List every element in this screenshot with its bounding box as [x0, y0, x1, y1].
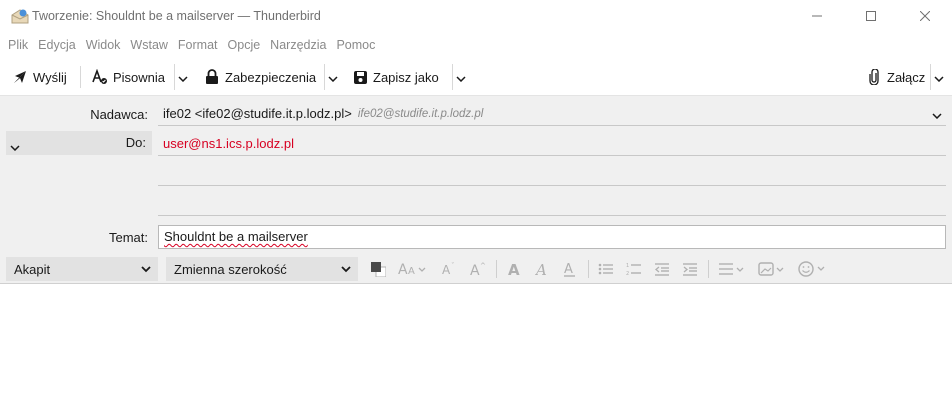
from-label: Nadawca:: [90, 107, 148, 122]
chevron-down-icon: [327, 70, 338, 85]
spelling-dropdown[interactable]: [174, 64, 190, 90]
align-icon[interactable]: [716, 259, 748, 279]
title-bar: Tworzenie: Shouldnt be a mailserver — Th…: [0, 0, 952, 32]
bulleted-list-icon[interactable]: [596, 259, 616, 279]
maximize-button[interactable]: [848, 0, 894, 32]
spellcheck-icon: [92, 69, 108, 85]
send-button[interactable]: Wyślij: [12, 64, 67, 90]
format-separator: [708, 260, 709, 278]
svg-text:ˇ: ˇ: [451, 262, 455, 270]
subject-text: Shouldnt be a mailserver: [164, 229, 308, 244]
security-button[interactable]: Zabezpieczenia: [204, 64, 316, 90]
svg-text:A: A: [508, 262, 520, 276]
chevron-down-icon: [10, 139, 20, 154]
format-separator: [588, 260, 589, 278]
spelling-button[interactable]: Pisownia: [92, 64, 165, 90]
to-field[interactable]: user@ns1.ics.p.lodz.pl: [158, 132, 946, 156]
format-separator: [496, 260, 497, 278]
lock-icon: [204, 69, 220, 85]
chevron-down-icon: [177, 70, 188, 85]
font-size-icon[interactable]: AA: [396, 259, 430, 279]
menu-options[interactable]: Opcje: [228, 38, 261, 52]
recipient-row-empty[interactable]: [158, 156, 946, 186]
attach-label: Załącz: [887, 69, 926, 85]
text-color-icon[interactable]: [368, 259, 388, 279]
security-label: Zabezpieczenia: [225, 69, 317, 85]
paperclip-icon: [866, 69, 882, 85]
larger-text-icon[interactable]: A ^: [468, 259, 488, 279]
font-select[interactable]: Zmienna szerokość: [166, 257, 358, 281]
message-header: Nadawca: ife02 <ife02@studife.it.p.lodz.…: [0, 96, 952, 254]
menu-insert[interactable]: Wstaw: [130, 38, 168, 52]
close-button[interactable]: [902, 0, 948, 32]
menu-view[interactable]: Widok: [86, 38, 121, 52]
thunderbird-compose-icon: [11, 8, 29, 24]
outdent-icon[interactable]: [652, 259, 672, 279]
paragraph-format-select[interactable]: Akapit: [6, 257, 158, 281]
paragraph-format-value: Akapit: [14, 261, 51, 277]
chevron-down-icon: [140, 261, 152, 280]
chevron-down-icon: [455, 70, 466, 85]
menu-tools[interactable]: Narzędzia: [270, 38, 326, 52]
menu-edit[interactable]: Edycja: [38, 38, 76, 52]
menu-file[interactable]: Plik: [8, 38, 28, 52]
italic-icon[interactable]: A: [532, 259, 552, 279]
save-as-button[interactable]: Zapisz jako: [352, 64, 439, 90]
underline-icon[interactable]: A: [560, 259, 580, 279]
subject-input[interactable]: Shouldnt be a mailserver: [158, 225, 946, 249]
svg-text:A: A: [470, 263, 480, 276]
chevron-down-icon: [932, 107, 942, 122]
security-dropdown[interactable]: [324, 64, 340, 90]
menu-help[interactable]: Pomoc: [336, 38, 375, 52]
emoji-icon[interactable]: [796, 259, 830, 279]
svg-text:A: A: [442, 263, 451, 276]
to-address: user@ns1.ics.p.lodz.pl: [163, 136, 294, 151]
svg-text:A: A: [535, 262, 547, 276]
svg-text:A: A: [564, 262, 573, 277]
recipient-type-select[interactable]: Do:: [6, 131, 152, 155]
format-toolbar: Akapit Zmienna szerokość AA Aˇ A ^ A A A …: [0, 254, 952, 284]
bold-icon[interactable]: A: [504, 259, 524, 279]
save-icon: [352, 69, 368, 85]
from-address: ife02 <ife02@studife.it.p.lodz.pl>: [163, 106, 352, 121]
to-label: Do:: [125, 135, 146, 150]
svg-text:A: A: [398, 262, 408, 276]
svg-text:^: ^: [480, 262, 486, 270]
from-identity: ife02@studife.it.p.lodz.pl: [357, 107, 484, 120]
smaller-text-icon[interactable]: Aˇ: [440, 259, 460, 279]
subject-label: Temat:: [108, 230, 148, 245]
svg-text:2: 2: [626, 271, 629, 276]
attach-dropdown[interactable]: [930, 64, 946, 90]
save-dropdown[interactable]: [452, 64, 468, 90]
minimize-button[interactable]: [794, 0, 840, 32]
indent-icon[interactable]: [680, 259, 700, 279]
svg-text:1: 1: [626, 263, 629, 269]
menu-format[interactable]: Format: [178, 38, 218, 52]
svg-text:A: A: [408, 266, 415, 276]
window-title: Tworzenie: Shouldnt be a mailserver — Th…: [32, 9, 321, 23]
menu-bar: Plik Edycja Widok Wstaw Format Opcje Nar…: [0, 32, 952, 58]
spelling-label: Pisownia: [113, 69, 166, 85]
send-icon: [12, 69, 28, 85]
chevron-down-icon: [340, 261, 352, 280]
message-body-editor[interactable]: [0, 285, 952, 402]
compose-toolbar: Wyślij Pisownia Zabezpieczenia Zapisz ja…: [0, 58, 952, 96]
from-select[interactable]: ife02 <ife02@studife.it.p.lodz.pl> ife02…: [158, 102, 946, 126]
send-label: Wyślij: [33, 69, 67, 85]
save-as-label: Zapisz jako: [373, 69, 439, 85]
toolbar-separator: [80, 66, 81, 88]
chevron-down-icon: [933, 70, 944, 85]
attach-button[interactable]: Załącz: [866, 64, 925, 90]
numbered-list-icon[interactable]: 12: [624, 259, 644, 279]
font-value: Zmienna szerokość: [174, 261, 287, 277]
recipient-row-empty[interactable]: [158, 186, 946, 216]
insert-image-icon[interactable]: [756, 259, 788, 279]
